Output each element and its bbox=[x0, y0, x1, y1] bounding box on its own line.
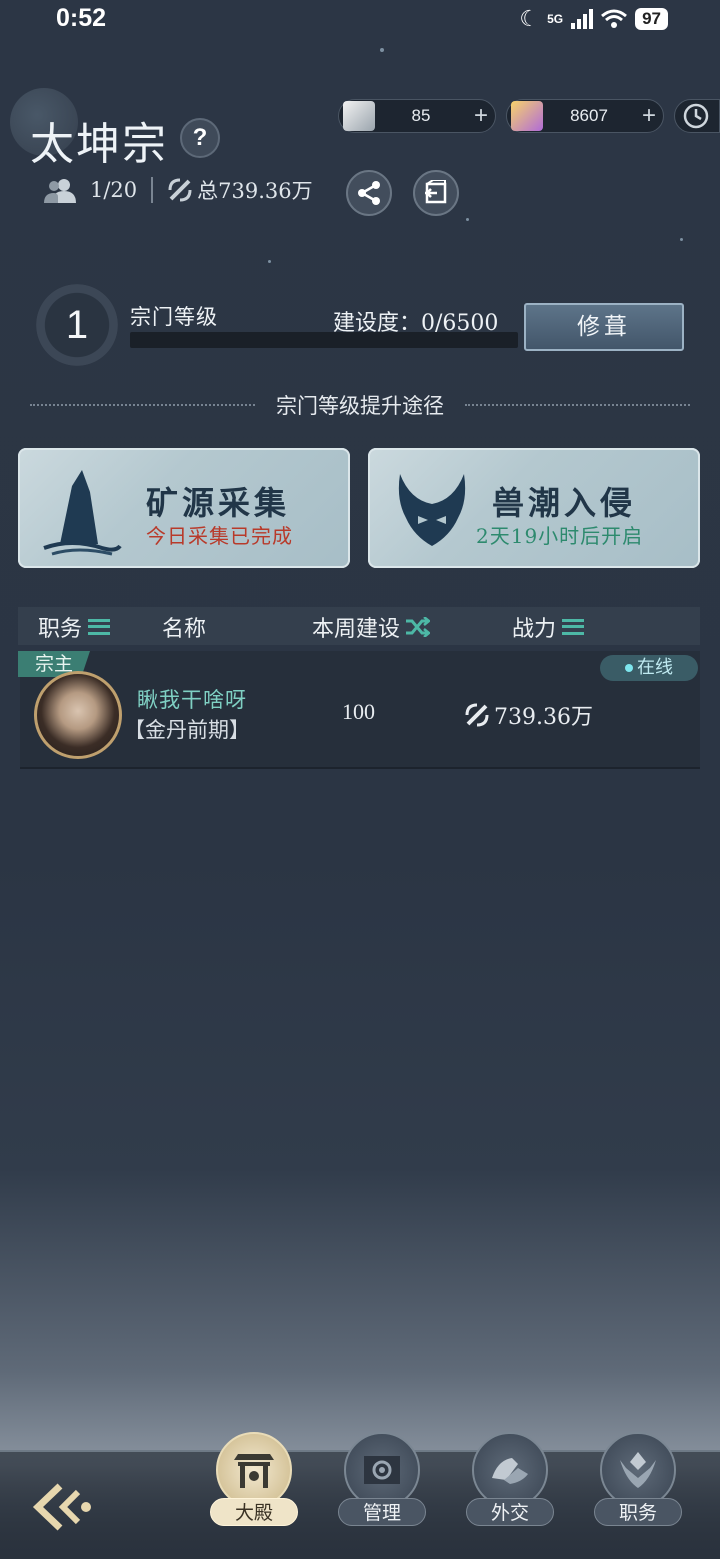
status-icons: ☾ 5G 97 bbox=[519, 6, 668, 32]
clock-pill[interactable] bbox=[674, 99, 720, 133]
status-time: 0:52 bbox=[56, 4, 107, 32]
build-progress-text: 建设度：0/6500 bbox=[333, 311, 499, 336]
sect-name: 太坤宗 bbox=[30, 119, 168, 170]
gear-scroll-icon bbox=[364, 1456, 400, 1484]
wifi-icon bbox=[601, 9, 628, 28]
table-row[interactable]: 宗主 瞅我干啥呀 【金丹前期】 100 739.36万 在线 bbox=[18, 651, 700, 769]
card-title: 矿源采集 bbox=[146, 484, 291, 522]
member-name: 瞅我干啥呀 bbox=[137, 688, 247, 712]
column-weekly-build[interactable]: 本周建设 bbox=[312, 611, 431, 643]
sort-shuffle-icon bbox=[406, 617, 431, 637]
filter-list-icon bbox=[562, 619, 585, 635]
nav-item-main-hall[interactable]: 大殿 bbox=[204, 1432, 304, 1542]
power-icon bbox=[168, 178, 192, 202]
star-decoration bbox=[268, 260, 271, 263]
nav-label: 大殿 bbox=[210, 1498, 298, 1526]
currency-crystal-pill: 8607 + bbox=[506, 99, 664, 133]
member-realm: 【金丹前期】 bbox=[124, 718, 250, 742]
battery-indicator: 97 bbox=[635, 8, 668, 30]
member-power-cell: 739.36万 bbox=[464, 699, 593, 731]
exit-door-icon bbox=[425, 180, 447, 204]
nav-icon-bg bbox=[472, 1432, 548, 1508]
nav-item-positions[interactable]: 职务 bbox=[588, 1432, 688, 1542]
star-decoration bbox=[466, 218, 469, 221]
hall-gate-icon bbox=[234, 1454, 274, 1488]
nav-label: 外交 bbox=[466, 1498, 554, 1526]
column-label: 职务 bbox=[38, 617, 83, 642]
add-currency-button[interactable]: + bbox=[467, 102, 495, 130]
total-power: 总739.36万 bbox=[197, 179, 313, 203]
sect-info-row: 1/20 总739.36万 bbox=[44, 175, 313, 205]
members-icon bbox=[44, 179, 76, 203]
star-decoration bbox=[380, 48, 384, 52]
member-count: 1/20 bbox=[90, 178, 138, 202]
card-subtitle: 今日采集已完成 bbox=[146, 524, 293, 548]
members-table-header: 职务 名称 本周建设 战力 bbox=[18, 607, 700, 645]
card-title: 兽潮入侵 bbox=[492, 484, 637, 522]
beast-tide-card[interactable]: 兽潮入侵 2天19小时后开启 bbox=[368, 448, 700, 568]
network-label: 5G bbox=[547, 12, 564, 26]
online-status-badge: 在线 bbox=[600, 655, 698, 681]
filter-list-icon bbox=[88, 619, 111, 635]
column-power[interactable]: 战力 bbox=[512, 611, 585, 643]
divider-dots bbox=[465, 404, 690, 406]
star-decoration bbox=[680, 238, 683, 241]
column-label: 名称 bbox=[162, 617, 207, 642]
bottom-nav: 大殿 管理 外交 职务 bbox=[0, 1432, 720, 1559]
column-role[interactable]: 职务 bbox=[38, 611, 111, 643]
mine-gathering-card[interactable]: 矿源采集 今日采集已完成 bbox=[18, 448, 350, 568]
repair-button[interactable]: 修葺 bbox=[524, 303, 684, 351]
level-label: 宗门等级 bbox=[130, 305, 218, 329]
crystal-icon bbox=[511, 101, 543, 131]
member-weekly-build: 100 bbox=[342, 699, 375, 724]
scroll-icon bbox=[343, 101, 375, 131]
demon-mask-icon bbox=[398, 474, 466, 546]
nav-item-manage[interactable]: 管理 bbox=[332, 1432, 432, 1542]
divider-dots bbox=[30, 404, 255, 406]
power-icon bbox=[465, 703, 489, 727]
add-currency-button[interactable]: + bbox=[635, 102, 663, 130]
nav-icon-bg bbox=[600, 1432, 676, 1508]
share-button[interactable] bbox=[346, 170, 392, 216]
divider bbox=[151, 177, 154, 203]
crest-icon bbox=[620, 1452, 656, 1488]
card-subtitle: 2天19小时后开启 bbox=[476, 524, 644, 548]
member-power: 739.36万 bbox=[494, 705, 593, 730]
currency-value: 8607 bbox=[570, 106, 608, 125]
upgrade-paths-title: 宗门等级提升途径 bbox=[30, 390, 690, 420]
currency-value: 85 bbox=[411, 106, 431, 125]
status-bar: 0:52 ☾ 5G 97 bbox=[0, 0, 720, 40]
back-arrow-icon bbox=[32, 1483, 91, 1531]
nav-item-diplomacy[interactable]: 外交 bbox=[460, 1432, 560, 1542]
currency-scroll-pill: 85 + bbox=[338, 99, 496, 133]
avatar[interactable] bbox=[34, 671, 122, 759]
exit-sect-button[interactable] bbox=[413, 170, 459, 216]
column-label: 本周建设 bbox=[312, 617, 401, 642]
nav-label: 职务 bbox=[594, 1498, 682, 1526]
column-name: 名称 bbox=[162, 611, 206, 643]
clock-icon bbox=[683, 103, 709, 129]
upgrade-paths-title-text: 宗门等级提升途径 bbox=[276, 394, 444, 418]
column-label: 战力 bbox=[512, 617, 557, 642]
nav-icon-bg bbox=[344, 1432, 420, 1508]
sect-level-badge: 1 bbox=[36, 284, 118, 366]
moon-icon: ☾ bbox=[519, 6, 540, 31]
handshake-icon bbox=[492, 1458, 528, 1484]
share-icon bbox=[358, 181, 380, 205]
nav-label: 管理 bbox=[338, 1498, 426, 1526]
signal-icon bbox=[571, 9, 594, 29]
mountain-icon bbox=[43, 470, 122, 556]
back-button[interactable] bbox=[30, 1482, 100, 1532]
nav-icon-bg bbox=[216, 1432, 292, 1508]
help-button[interactable]: ? bbox=[180, 118, 220, 158]
